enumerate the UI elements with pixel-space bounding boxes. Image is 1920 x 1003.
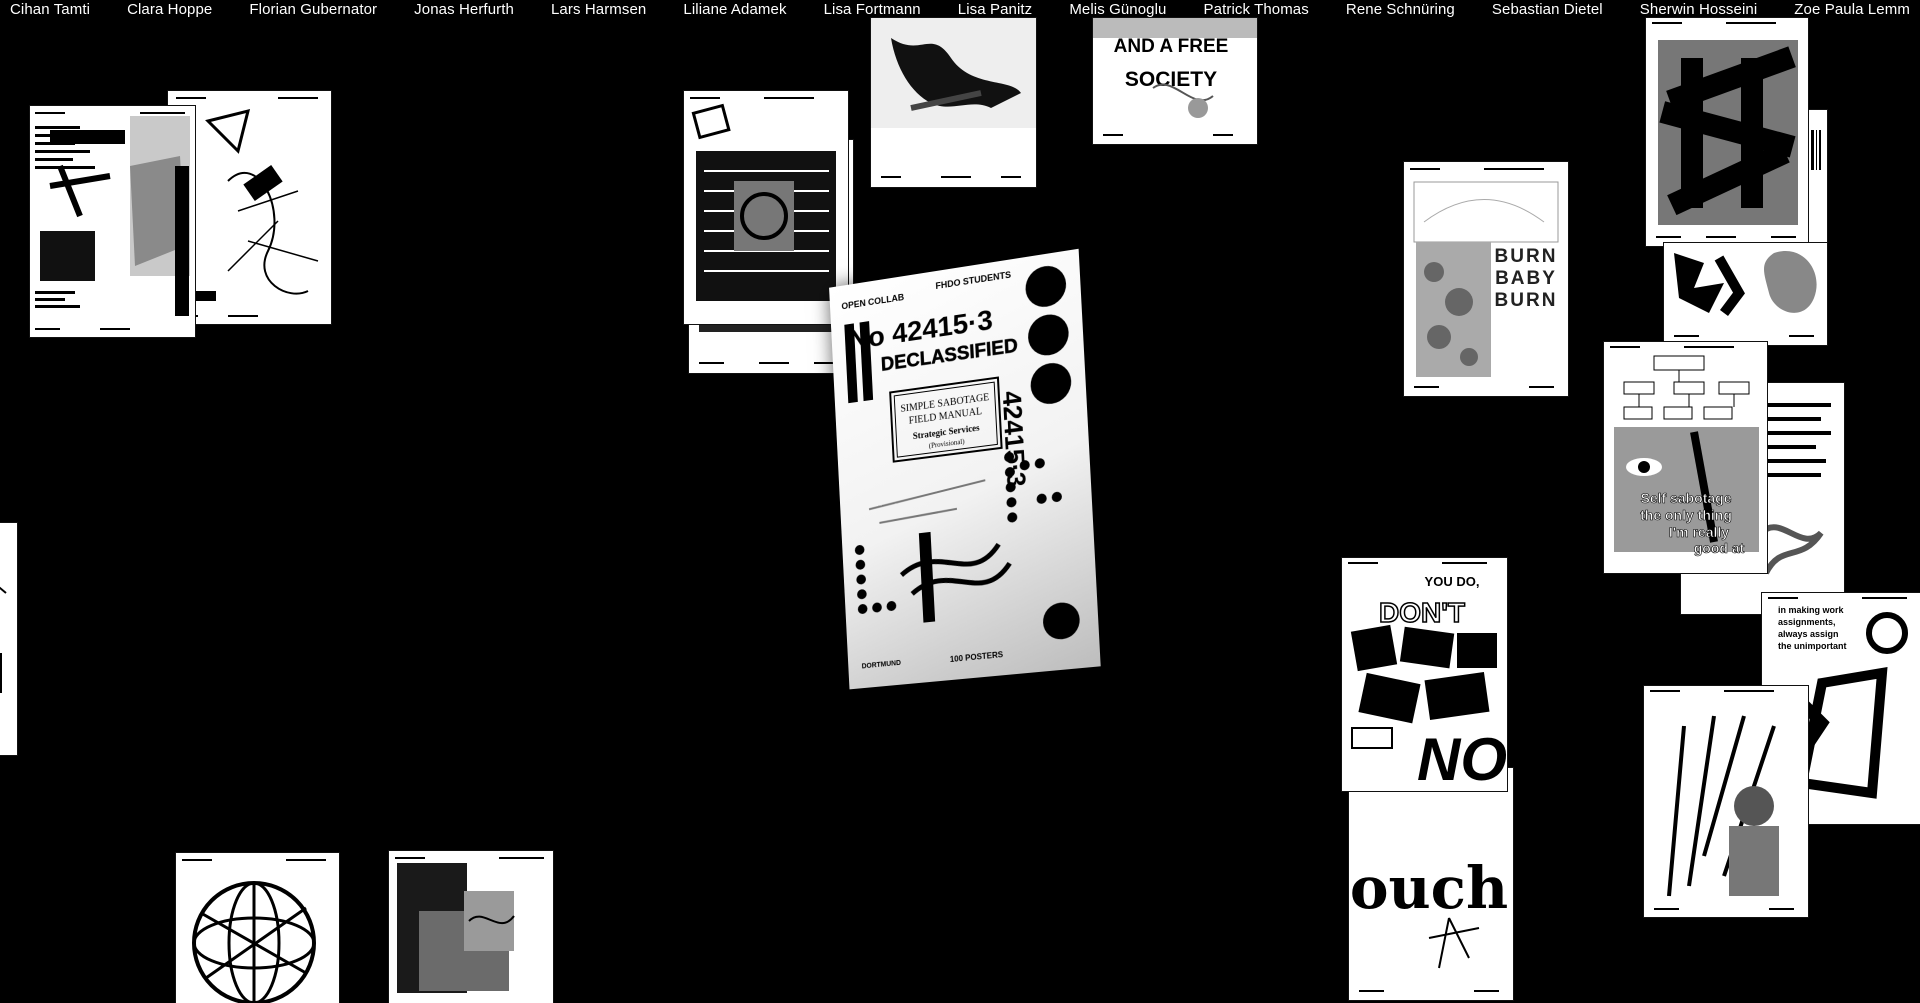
free-society-line2: SOCIETY — [1125, 68, 1217, 91]
nav-link-rene-schnuring[interactable]: Rene Schnüring — [1346, 2, 1455, 17]
poster-make-stamp[interactable] — [1646, 18, 1808, 246]
nav-link-sebastian-dietel[interactable]: Sebastian Dietel — [1492, 2, 1603, 17]
poster-scratch-figure[interactable] — [1644, 686, 1808, 917]
nav-link-liliane-adamek[interactable]: Liliane Adamek — [683, 2, 786, 17]
free-society-line1: AND A FREE — [1114, 36, 1229, 57]
burn-line1: BURN — [1495, 246, 1558, 267]
making-work-line3: always assign — [1778, 629, 1839, 639]
designer-name-nav: Cihan Tamti Clara Hoppe Florian Gubernat… — [0, 0, 1920, 18]
nav-link-lisa-fortmann[interactable]: Lisa Fortmann — [824, 2, 921, 17]
poster-burn-baby-burn[interactable]: BURN BABY BURN — [1404, 162, 1568, 396]
poster-edge-left[interactable] — [0, 523, 17, 755]
sabotage-line1: Self sabotage — [1640, 490, 1731, 506]
nav-link-jonas-herfurth[interactable]: Jonas Herfurth — [414, 2, 514, 17]
nav-link-lisa-panitz[interactable]: Lisa Panitz — [958, 2, 1032, 17]
burn-line3: BURN — [1495, 290, 1558, 311]
dont-line2: DON'T — [1379, 597, 1465, 628]
nav-link-clara-hoppe[interactable]: Clara Hoppe — [127, 2, 212, 17]
main-box-line4: (Provisional) — [929, 438, 965, 450]
making-work-line1: in making work — [1778, 605, 1845, 615]
main-box-line3: Strategic Services — [913, 422, 981, 441]
making-work-line2: assignments, — [1778, 617, 1836, 627]
dont-line3: NO — [1417, 726, 1507, 791]
making-work-line4: the unimportant — [1778, 641, 1847, 651]
dont-line1: YOU DO, — [1425, 574, 1480, 589]
nav-link-patrick-thomas[interactable]: Patrick Thomas — [1204, 2, 1309, 17]
sabotage-line2: the only thing — [1640, 507, 1732, 523]
nav-link-florian-gubernator[interactable]: Florian Gubernator — [249, 2, 377, 17]
nav-link-lars-harmsen[interactable]: Lars Harmsen — [551, 2, 646, 17]
ouch-word: ouch — [1350, 854, 1508, 922]
poster-hands-collage[interactable] — [30, 106, 195, 337]
nav-link-zoe-paula-lemm[interactable]: Zoe Paula Lemm — [1794, 2, 1910, 17]
poster-dont-no[interactable]: YOU DO, DON'T NO — [1342, 558, 1507, 791]
main-header-left: OPEN COLLAB — [841, 292, 904, 312]
poster-sphere-mesh[interactable] — [176, 853, 339, 1003]
poster-halftone-photo[interactable] — [389, 851, 553, 1003]
nav-link-melis-gunoglu[interactable]: Melis Günoglu — [1069, 2, 1166, 17]
poster-redacted-box[interactable] — [684, 91, 848, 324]
main-header-right: FHDO STUDENTS — [935, 269, 1011, 291]
main-footer-right: 100 POSTERS — [950, 650, 1004, 664]
sabotage-line3: I'm really — [1669, 524, 1729, 540]
main-footer-left: DORTMUND — [862, 660, 902, 671]
poster-main-declassified[interactable]: OPEN COLLAB FHDO STUDENTS No 42415·3 DEC… — [829, 248, 1101, 690]
sabotage-line4: good at — [1694, 540, 1745, 556]
poster-ouch[interactable]: ouch — [1349, 768, 1513, 1000]
poster-bird-photo[interactable] — [871, 18, 1036, 187]
burn-line2: BABY — [1495, 268, 1557, 289]
nav-link-cihan-tamti[interactable]: Cihan Tamti — [10, 2, 90, 17]
poster-ink-splash[interactable] — [1664, 243, 1827, 345]
nav-link-sherwin-hosseini[interactable]: Sherwin Hosseini — [1640, 2, 1757, 17]
poster-self-sabotage[interactable]: Self sabotage the only thing I'm really … — [1604, 342, 1767, 573]
poster-free-society[interactable]: AND A FREE SOCIETY — [1093, 18, 1257, 144]
